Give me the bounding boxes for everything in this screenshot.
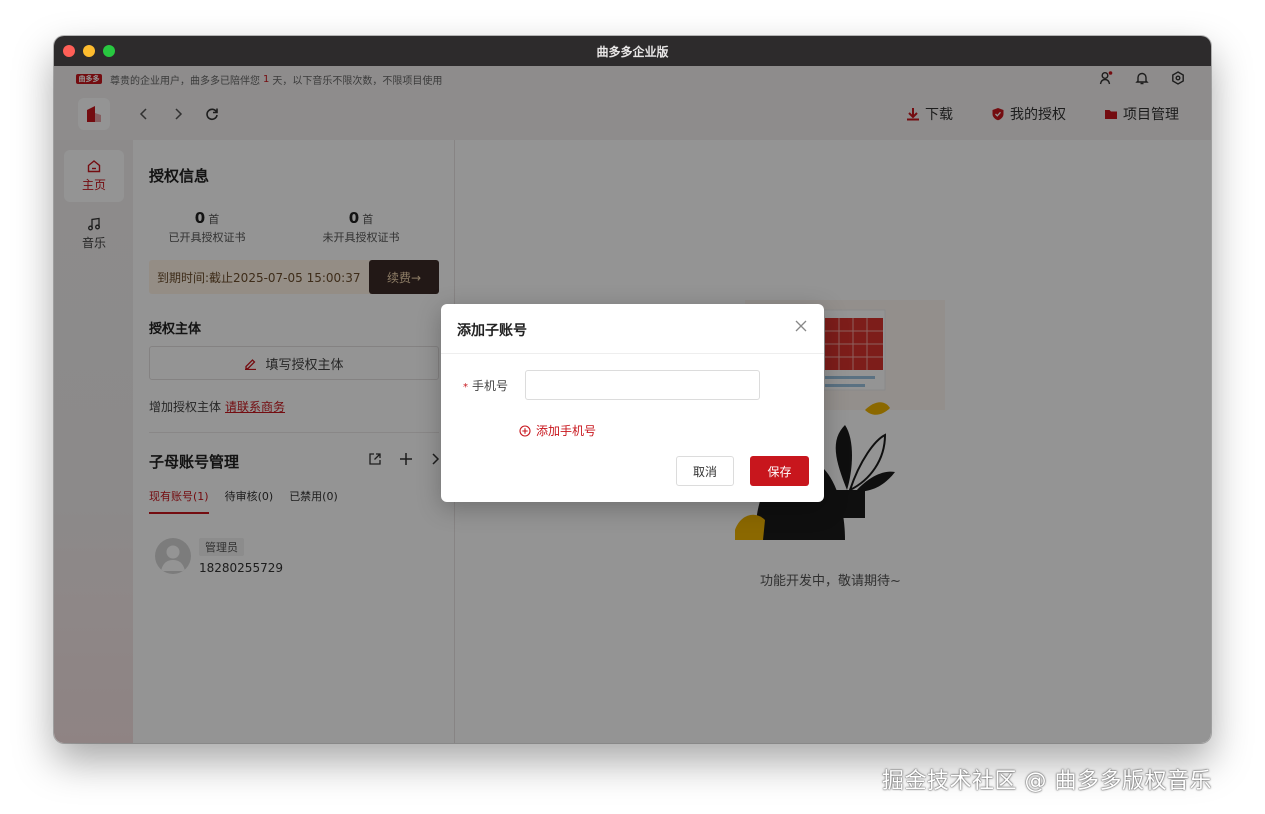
required-marker: *	[463, 382, 468, 393]
title-bar[interactable]: 曲多多企业版	[54, 36, 1211, 66]
close-window-button[interactable]	[63, 45, 75, 57]
add-phone-label: 添加手机号	[536, 424, 597, 438]
window-title: 曲多多企业版	[596, 44, 669, 59]
phone-field-label-text: 手机号	[472, 379, 509, 393]
dialog-divider	[441, 353, 824, 354]
add-phone-button[interactable]: 添加手机号	[519, 422, 596, 439]
phone-input[interactable]	[525, 370, 760, 400]
plus-circle-icon	[519, 424, 531, 437]
window-controls	[63, 45, 115, 57]
add-sub-account-dialog: 添加子账号 * 手机号 添加手机号 取消 保存	[441, 304, 824, 502]
cancel-button[interactable]: 取消	[676, 456, 734, 486]
maximize-window-button[interactable]	[103, 45, 115, 57]
close-icon[interactable]	[794, 318, 808, 332]
minimize-window-button[interactable]	[83, 45, 95, 57]
watermark: 掘金技术社区 @ 曲多多版权音乐	[882, 769, 1212, 794]
dialog-title: 添加子账号	[457, 323, 527, 339]
phone-field-label: * 手机号	[463, 377, 508, 394]
save-button[interactable]: 保存	[750, 456, 809, 486]
